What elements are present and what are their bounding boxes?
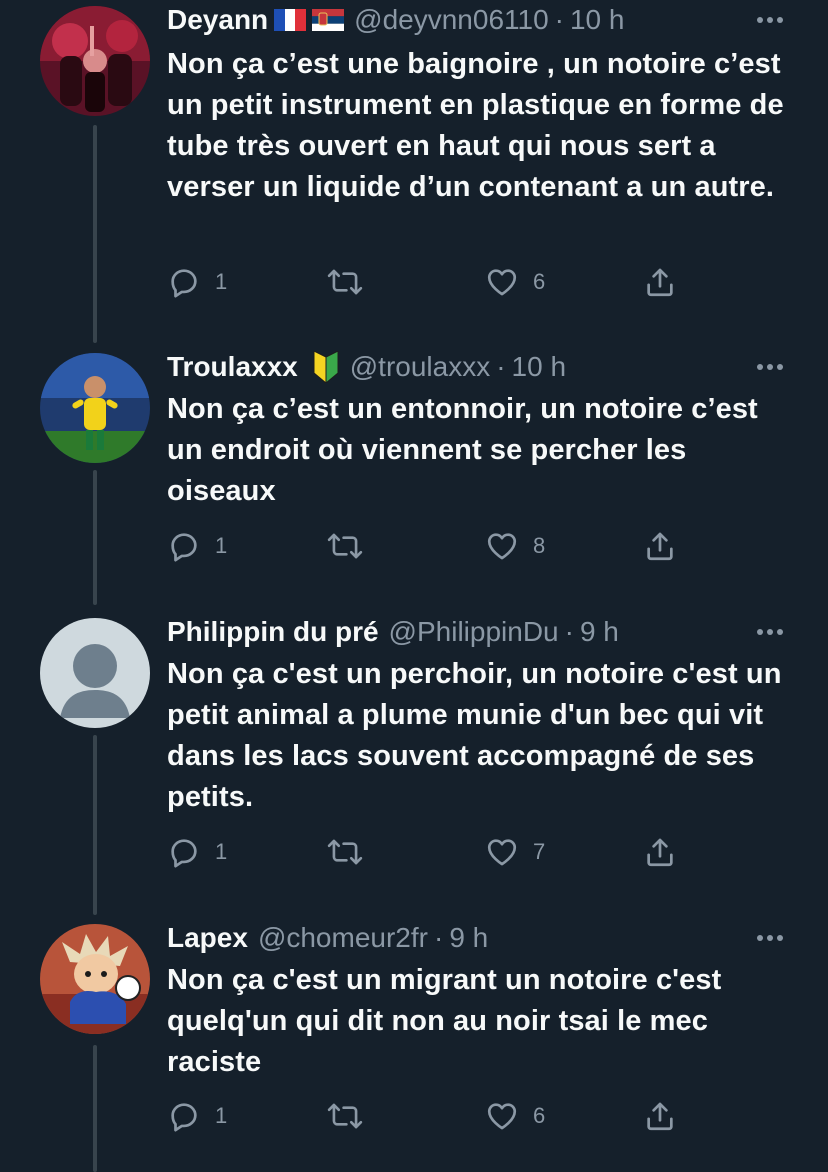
reply-count: 1 bbox=[215, 269, 228, 294]
more-options-button[interactable] bbox=[752, 349, 788, 385]
flags bbox=[274, 9, 345, 31]
heart-icon bbox=[487, 1103, 517, 1130]
tweet[interactable]: Philippin du pré @PhilippinDu · 9 h Non … bbox=[0, 610, 828, 910]
timestamp[interactable]: 10 h bbox=[570, 4, 625, 36]
retweet-icon bbox=[327, 1103, 363, 1129]
share-icon bbox=[647, 532, 673, 561]
retweet-icon bbox=[327, 533, 363, 559]
like-button[interactable]: 8 bbox=[485, 526, 545, 566]
reply-count: 1 bbox=[215, 839, 228, 864]
heart-icon bbox=[487, 269, 517, 296]
reply-count: 1 bbox=[215, 1103, 228, 1128]
share-button[interactable] bbox=[643, 832, 677, 872]
avatar[interactable] bbox=[40, 6, 150, 116]
reply-button[interactable]: 1 bbox=[167, 262, 227, 302]
separator-dot: · bbox=[554, 4, 564, 35]
handle[interactable]: @chomeur2fr bbox=[258, 922, 428, 954]
share-button[interactable] bbox=[643, 262, 677, 302]
avatar[interactable] bbox=[40, 353, 150, 463]
retweet-button[interactable] bbox=[327, 262, 377, 302]
reply-button[interactable]: 1 bbox=[167, 1096, 227, 1136]
tweet[interactable]: Deyann @deyvnn06110 · 10 h Non ça c’est … bbox=[0, 0, 828, 330]
tweet-actions: 1 7 bbox=[167, 832, 687, 872]
tweet-header: Troulaxxx @troulaxxx · 10 h bbox=[167, 347, 768, 387]
separator-dot: · bbox=[564, 616, 574, 647]
display-name[interactable]: Philippin du pré bbox=[167, 616, 379, 648]
share-button[interactable] bbox=[643, 1096, 677, 1136]
more-dots-icon bbox=[757, 935, 783, 941]
flag-serbia-icon bbox=[312, 9, 345, 31]
tweet[interactable]: Troulaxxx @troulaxxx · 10 h Non ça c’est… bbox=[0, 345, 828, 605]
retweet-button[interactable] bbox=[327, 526, 377, 566]
display-name[interactable]: Lapex bbox=[167, 922, 248, 954]
tweet-header: Lapex @chomeur2fr · 9 h bbox=[167, 918, 768, 958]
reply-icon bbox=[171, 533, 197, 562]
share-icon bbox=[647, 268, 673, 297]
tweet-header: Deyann @deyvnn06110 · 10 h bbox=[167, 0, 768, 40]
share-icon bbox=[647, 1102, 673, 1131]
tweet-text: Non ça c’est une baignoire , un notoire … bbox=[167, 48, 784, 203]
avatar-photo-footballer bbox=[40, 353, 150, 463]
separator-dot: · bbox=[496, 351, 506, 382]
like-button[interactable]: 6 bbox=[485, 262, 545, 302]
like-button[interactable]: 7 bbox=[485, 832, 545, 872]
tweet-text: Non ça c'est un migrant un notoire c'est… bbox=[167, 964, 722, 1078]
reply-button[interactable]: 1 bbox=[167, 832, 227, 872]
like-count: 7 bbox=[533, 839, 546, 864]
handle[interactable]: @troulaxxx bbox=[350, 351, 490, 383]
separator-dot: · bbox=[433, 922, 444, 953]
timestamp[interactable]: 9 h bbox=[449, 922, 488, 954]
reply-thread: Deyann @deyvnn06110 · 10 h Non ça c’est … bbox=[0, 0, 828, 1172]
timestamp[interactable]: 10 h bbox=[512, 351, 567, 383]
tweet-actions: 1 8 bbox=[167, 526, 687, 566]
reply-icon bbox=[171, 269, 197, 298]
reply-count: 1 bbox=[215, 533, 228, 558]
display-name[interactable]: Deyann bbox=[167, 4, 268, 36]
more-options-button[interactable] bbox=[752, 920, 788, 956]
share-icon bbox=[647, 838, 673, 867]
more-dots-icon bbox=[757, 17, 783, 23]
timestamp[interactable]: 9 h bbox=[580, 616, 619, 648]
default-avatar-icon bbox=[40, 618, 150, 728]
more-options-button[interactable] bbox=[752, 614, 788, 650]
avatar[interactable] bbox=[40, 618, 150, 728]
retweet-button[interactable] bbox=[327, 1096, 377, 1136]
like-count: 6 bbox=[533, 1103, 546, 1128]
avatar[interactable] bbox=[40, 924, 150, 1034]
like-button[interactable]: 6 bbox=[485, 1096, 545, 1136]
retweet-icon bbox=[327, 839, 363, 865]
display-name[interactable]: Troulaxxx bbox=[167, 351, 298, 383]
badge bbox=[312, 351, 340, 383]
reply-icon bbox=[171, 839, 197, 868]
flag-france-icon bbox=[274, 9, 307, 31]
avatar-photo-concert bbox=[40, 6, 150, 116]
more-options-button[interactable] bbox=[752, 2, 788, 38]
heart-icon bbox=[487, 533, 517, 560]
avatar-anime-character bbox=[40, 924, 150, 1034]
share-button[interactable] bbox=[643, 526, 677, 566]
tweet-text: Non ça c'est un perchoir, un notoire c'e… bbox=[167, 658, 782, 813]
handle[interactable]: @deyvnn06110 bbox=[354, 4, 549, 36]
tweet-actions: 1 6 bbox=[167, 262, 687, 302]
reply-icon bbox=[171, 1103, 197, 1132]
heart-icon bbox=[487, 839, 517, 866]
more-dots-icon bbox=[757, 629, 783, 635]
tweet-actions: 1 6 bbox=[167, 1096, 687, 1136]
handle[interactable]: @PhilippinDu bbox=[389, 616, 559, 648]
retweet-button[interactable] bbox=[327, 832, 377, 872]
tweet-header: Philippin du pré @PhilippinDu · 9 h bbox=[167, 612, 768, 652]
like-count: 6 bbox=[533, 269, 546, 294]
retweet-icon bbox=[327, 269, 363, 295]
tweet-text: Non ça c’est un entonnoir, un notoire c’… bbox=[167, 393, 758, 507]
more-dots-icon bbox=[757, 364, 783, 370]
reply-button[interactable]: 1 bbox=[167, 526, 227, 566]
like-count: 8 bbox=[533, 533, 546, 558]
tweet[interactable]: Lapex @chomeur2fr · 9 h Non ça c'est un … bbox=[0, 916, 828, 1172]
beginner-badge-icon bbox=[313, 351, 339, 383]
